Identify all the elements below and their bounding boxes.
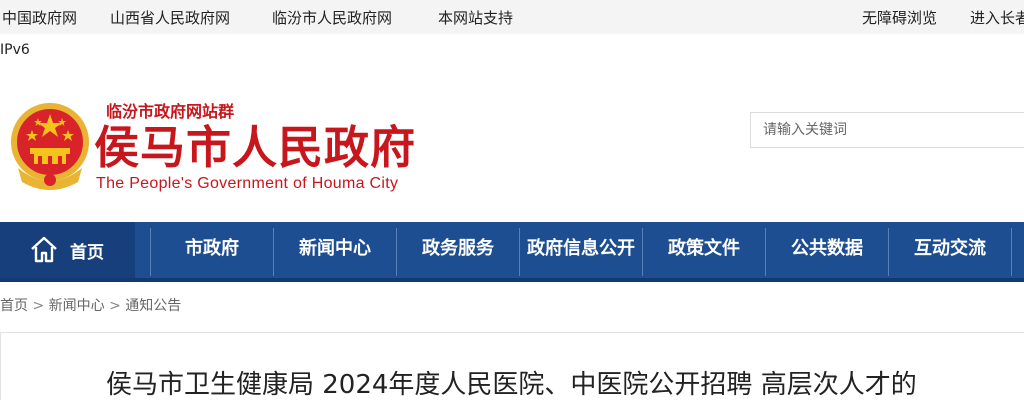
breadcrumb-news[interactable]: 新闻中心 (49, 298, 105, 314)
content-panel-border (0, 332, 1, 400)
link-site-support[interactable]: 本网站支持 (438, 7, 513, 28)
site-title[interactable]: 侯马市人民政府 (94, 122, 416, 174)
site-subtitle: The People's Government of Houma City (96, 175, 399, 192)
link-shanxi-gov[interactable]: 山西省人民政府网 (110, 7, 230, 28)
nav-item-policy-docs[interactable]: 政策文件 (643, 222, 765, 278)
content-divider (0, 332, 1024, 333)
link-china-gov[interactable]: 中国政府网 (2, 7, 77, 28)
nav-item-gov-services[interactable]: 政务服务 (397, 222, 519, 278)
search-input[interactable]: 请输入关键词 (750, 112, 1024, 148)
top-utility-bar: 中国政府网 山西省人民政府网 临汾市人民政府网 本网站支持 无障碍浏览 进入长者 (0, 0, 1024, 34)
breadcrumb: 首页 > 新闻中心 > 通知公告 (0, 295, 181, 315)
breadcrumb-notices[interactable]: 通知公告 (125, 298, 181, 314)
breadcrumb-separator: > (109, 298, 121, 314)
national-emblem-icon (11, 103, 89, 190)
nav-item-news[interactable]: 新闻中心 (274, 222, 396, 278)
elder-mode-link[interactable]: 进入长者 (970, 7, 1024, 28)
nav-item-city-gov[interactable]: 市政府 (151, 222, 273, 278)
nav-home[interactable]: 首页 (0, 222, 135, 278)
nav-item-info-disclosure[interactable]: 政府信息公开 (520, 222, 642, 278)
site-group-label: 临汾市政府网站群 (106, 102, 235, 121)
main-nav: 首页 市政府 新闻中心 政务服务 政府信息公开 政策文件 公共数据 互动交流 (0, 222, 1024, 282)
breadcrumb-home[interactable]: 首页 (0, 298, 28, 314)
nav-item-public-data[interactable]: 公共数据 (766, 222, 888, 278)
ipv6-label: IPv6 (0, 42, 30, 58)
nav-item-interaction[interactable]: 互动交流 (889, 222, 1011, 278)
home-icon (31, 236, 57, 263)
nav-divider (1011, 228, 1012, 276)
link-linfen-gov[interactable]: 临汾市人民政府网 (272, 7, 392, 28)
accessibility-link[interactable]: 无障碍浏览 (862, 7, 937, 28)
nav-home-label: 首页 (70, 243, 104, 263)
article-title: 侯马市卫生健康局 2024年度人民医院、中医院公开招聘 高层次人才的 (106, 370, 917, 400)
breadcrumb-separator: > (32, 298, 45, 314)
